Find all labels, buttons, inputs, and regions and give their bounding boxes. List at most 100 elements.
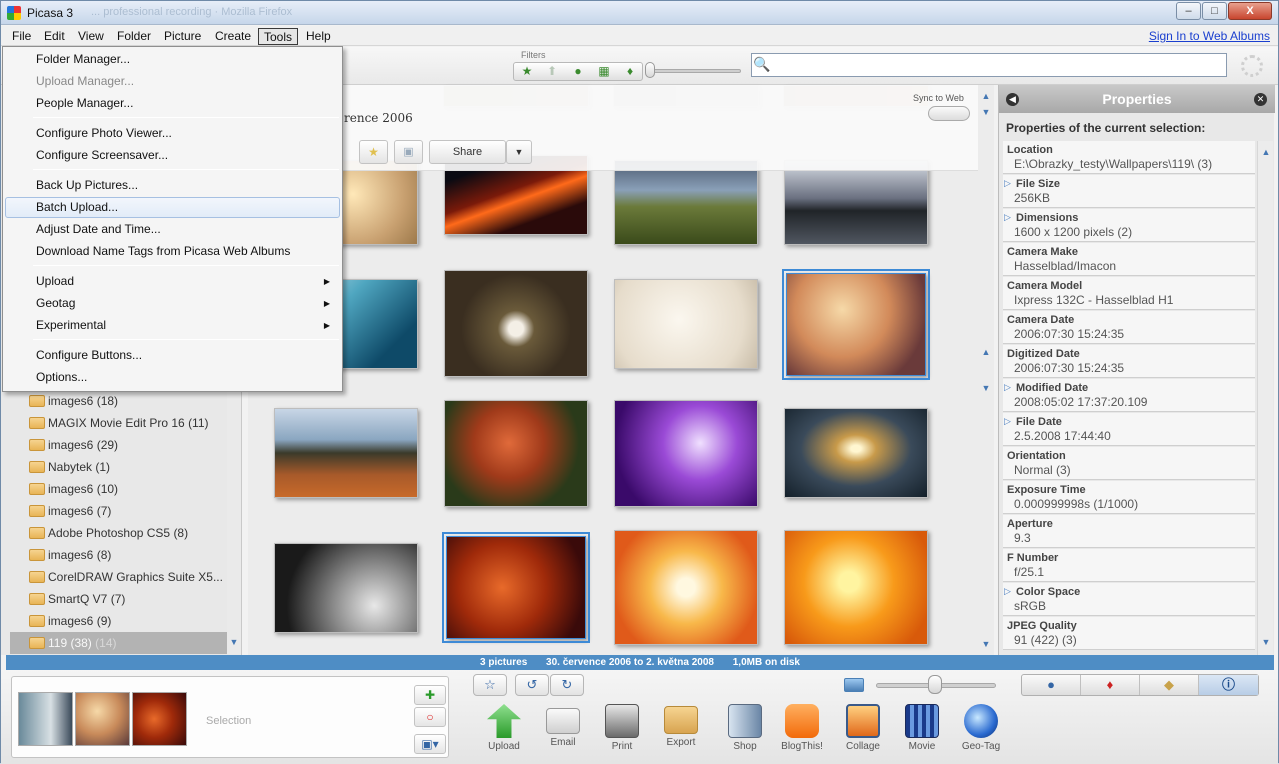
blogthis-button[interactable]: BlogThis! (774, 702, 830, 762)
expand-icon[interactable]: ▷ (1004, 586, 1011, 597)
movie-button[interactable]: Movie (894, 702, 950, 762)
close-button[interactable]: X (1228, 2, 1272, 20)
photo-thumbnail[interactable] (444, 400, 588, 507)
export-button[interactable]: Export (653, 702, 709, 762)
menu-folder[interactable]: Folder (112, 28, 156, 45)
print-button[interactable]: Print (594, 702, 650, 762)
save-icon[interactable]: ▣ (394, 140, 423, 164)
clear-tray-icon[interactable]: ○ (414, 707, 446, 727)
photo-grid-scrollbar[interactable]: ▲ ▼ ▲ ▼ ▼ (978, 85, 994, 655)
scroll-up-icon[interactable]: ▲ (979, 89, 993, 103)
tray-thumbnail[interactable] (132, 692, 187, 746)
geotag-filter-icon[interactable]: ♦ (618, 64, 642, 79)
expand-icon[interactable]: ▷ (1004, 178, 1011, 189)
scroll-down-icon[interactable]: ▼ (979, 637, 993, 651)
photo-thumbnail[interactable] (614, 530, 758, 645)
minimize-button[interactable]: – (1176, 2, 1201, 20)
folder-item-selected[interactable]: 119 (38) (14) (10, 632, 228, 654)
starred-filter-icon[interactable]: ★ (515, 64, 539, 79)
thumbnail-size-knob[interactable] (928, 675, 942, 694)
tools-menu-item[interactable]: Configure Buttons... (5, 345, 340, 366)
hold-pin-icon[interactable]: ✚ (414, 685, 446, 705)
rotate-right-button[interactable]: ↻ (550, 674, 584, 696)
upload-button[interactable]: Upload (476, 702, 532, 762)
tray-thumbnail[interactable] (18, 692, 73, 746)
scroll-down-icon[interactable]: ▼ (979, 381, 993, 395)
tools-menu-item[interactable]: Experimental ▶ (5, 315, 340, 336)
tools-menu-item[interactable]: Folder Manager... (5, 49, 340, 70)
tools-menu-item[interactable]: Download Name Tags from Picasa Web Album… (5, 241, 340, 262)
menu-view[interactable]: View (73, 28, 109, 45)
folder-item[interactable]: images6 (29) (10, 434, 228, 456)
photo-thumbnail[interactable] (784, 530, 928, 645)
menu-picture[interactable]: Picture (159, 28, 206, 45)
folder-item[interactable]: images6 (9) (10, 610, 228, 632)
maximize-button[interactable]: □ (1202, 2, 1227, 20)
menu-tools[interactable]: Tools (258, 28, 299, 45)
collapse-panel-icon[interactable]: ◀ (1006, 93, 1019, 106)
scroll-down-icon[interactable]: ▼ (227, 635, 241, 649)
photo-thumbnail-selected[interactable] (442, 532, 590, 643)
sync-to-web-toggle[interactable] (928, 106, 970, 121)
property-row[interactable]: ▷ Dimensions 1600 x 1200 pixels (2) (1003, 209, 1255, 242)
menu-edit[interactable]: Edit (39, 28, 70, 45)
scroll-down-icon[interactable]: ▼ (1259, 635, 1273, 649)
folder-item[interactable]: Adobe Photoshop CS5 (8) (10, 522, 228, 544)
date-filter-knob[interactable] (645, 62, 655, 78)
tools-menu-item[interactable]: People Manager... (5, 93, 340, 114)
tools-menu-item[interactable]: Configure Photo Viewer... (5, 123, 340, 144)
tools-menu-item[interactable]: Geotag ▶ (5, 293, 340, 314)
scroll-down-icon[interactable]: ▼ (979, 105, 993, 119)
property-row[interactable]: ▷ Modified Date 2008:05:02 17:37:20.109 (1003, 379, 1255, 412)
properties-scrollbar[interactable]: ▲ ▼ (1257, 141, 1273, 655)
folder-item[interactable]: Nabytek (1) (10, 456, 228, 478)
tools-menu-item[interactable]: Adjust Date and Time... (5, 219, 340, 240)
photo-thumbnail[interactable] (274, 543, 418, 633)
scroll-up-icon[interactable]: ▲ (1259, 145, 1273, 159)
property-row[interactable]: ▷ File Date 2.5.2008 17:44:40 (1003, 413, 1255, 446)
folder-item[interactable]: MAGIX Movie Edit Pro 16 (11) (10, 412, 228, 434)
star-icon[interactable]: ★ (359, 140, 388, 164)
tools-menu-item[interactable]: Back Up Pictures... (5, 175, 340, 196)
photo-thumbnail[interactable] (784, 160, 928, 245)
menu-file[interactable]: File (7, 28, 36, 45)
tools-menu-item[interactable]: Upload ▶ (5, 271, 340, 292)
photo-thumbnail[interactable] (614, 160, 758, 245)
photo-thumbnail-selected[interactable] (782, 269, 930, 380)
photo-thumbnail[interactable] (614, 279, 758, 369)
folder-item[interactable]: SmartQ V7 (7) (10, 588, 228, 610)
places-tab-icon[interactable]: ♦ (1081, 675, 1140, 695)
scroll-up-icon[interactable]: ▲ (979, 345, 993, 359)
menu-create[interactable]: Create (210, 28, 256, 45)
tools-menu-item[interactable]: Options... (5, 367, 340, 388)
photo-thumbnail[interactable] (274, 408, 418, 498)
photo-thumbnail[interactable] (614, 400, 758, 507)
star-button[interactable]: ☆ (473, 674, 507, 696)
close-panel-icon[interactable]: ✕ (1254, 93, 1267, 106)
folder-item[interactable]: images6 (8) (10, 544, 228, 566)
tools-menu-item[interactable]: Configure Screensaver... (5, 145, 340, 166)
photo-thumbnail[interactable] (444, 270, 588, 377)
folder-item[interactable]: images6 (7) (10, 500, 228, 522)
folder-item[interactable]: CorelDRAW Graphics Suite X5... (10, 566, 228, 588)
expand-icon[interactable]: ▷ (1004, 212, 1011, 223)
expand-icon[interactable]: ▷ (1004, 382, 1011, 393)
rotate-left-button[interactable]: ↺ (515, 674, 549, 696)
share-dropdown-icon[interactable]: ▼ (506, 140, 532, 164)
tray-thumbnail[interactable] (75, 692, 130, 746)
tools-menu-item[interactable]: Batch Upload... (5, 197, 340, 218)
people-filter-icon[interactable]: ● (566, 64, 590, 79)
geo-tag-button[interactable]: Geo-Tag (953, 702, 1009, 762)
sign-in-link[interactable]: Sign In to Web Albums (1149, 29, 1270, 43)
movie-filter-icon[interactable]: ▦ (592, 64, 616, 79)
collage-button[interactable]: Collage (835, 702, 891, 762)
uploaded-filter-icon[interactable]: ⬆ (540, 64, 564, 79)
folder-item[interactable]: images6 (18) (10, 390, 228, 412)
menu-help[interactable]: Help (301, 28, 336, 45)
expand-icon[interactable]: ▷ (1004, 416, 1011, 427)
tags-tab-icon[interactable]: ◆ (1140, 675, 1199, 695)
properties-tab-icon[interactable]: ⓘ (1199, 675, 1258, 695)
photo-thumbnail[interactable] (784, 408, 928, 498)
add-to-album-icon[interactable]: ▣▾ (414, 734, 446, 754)
property-row[interactable]: ▷ File Size 256KB (1003, 175, 1255, 208)
